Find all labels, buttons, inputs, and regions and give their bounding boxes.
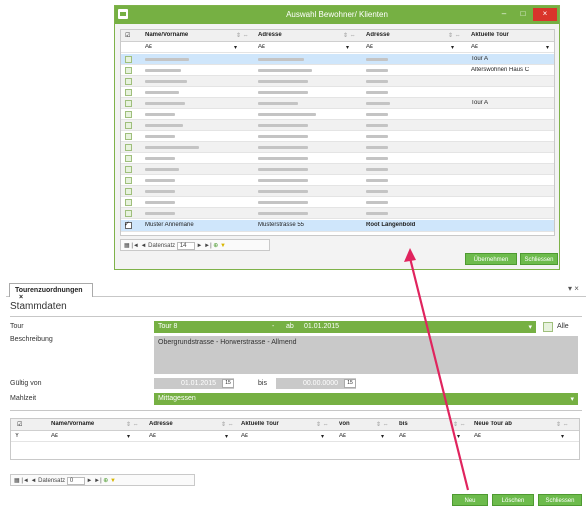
annotation-arrow — [404, 248, 470, 491]
